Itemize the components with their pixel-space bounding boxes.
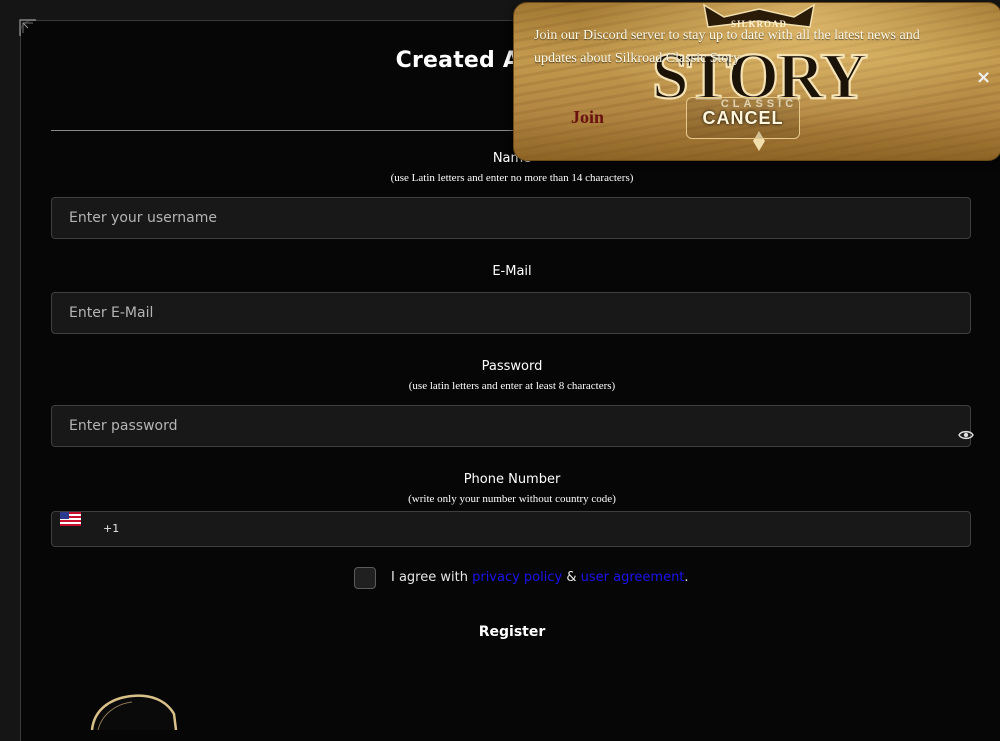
name-hint: (use Latin letters and enter no more tha…	[390, 172, 634, 184]
agree-checkbox[interactable]	[354, 567, 376, 589]
game-mascot-icon	[90, 694, 178, 730]
password-input[interactable]	[52, 406, 970, 446]
join-button[interactable]: Join	[571, 107, 604, 128]
agree-prefix: I agree with	[391, 570, 468, 585]
corner-ornament-icon	[19, 19, 36, 36]
cancel-button[interactable]: CANCEL	[686, 97, 800, 139]
email-field[interactable]	[51, 292, 971, 334]
phone-field[interactable]: +1	[51, 511, 971, 547]
username-input[interactable]	[52, 198, 970, 238]
agree-suffix: .	[684, 570, 689, 585]
agree-text: I agree with privacy policy & user agree…	[391, 570, 689, 585]
agree-and: &	[566, 570, 577, 585]
email-input[interactable]	[52, 293, 970, 333]
password-label: Password	[481, 359, 543, 374]
phone-hint: (write only your number without country …	[408, 493, 616, 505]
close-icon[interactable]: ×	[976, 67, 991, 88]
us-flag-icon[interactable]	[60, 512, 81, 526]
password-hint: (use latin letters and enter at least 8 …	[408, 380, 616, 392]
password-field[interactable]	[51, 405, 971, 447]
discord-popup: SILKROAD STORY CLASSIC Join our Discord …	[513, 2, 1000, 161]
popup-message: Join our Discord server to stay up to da…	[534, 28, 920, 66]
email-label: E-Mail	[492, 264, 532, 279]
user-agreement-link[interactable]: user agreement	[581, 570, 685, 585]
username-field[interactable]	[51, 197, 971, 239]
eye-icon[interactable]	[958, 429, 974, 441]
privacy-policy-link[interactable]: privacy policy	[472, 570, 562, 585]
phone-label: Phone Number	[463, 472, 561, 487]
register-button[interactable]: Register	[0, 624, 1000, 640]
phone-dial-code[interactable]: +1	[103, 522, 119, 535]
